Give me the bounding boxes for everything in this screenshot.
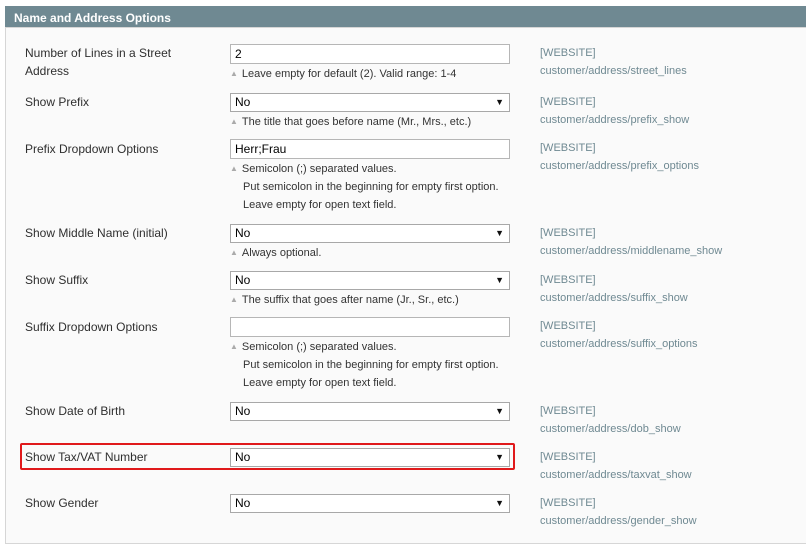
scope-info: [WEBSITE] customer/address/taxvat_show <box>540 451 692 481</box>
config-path: customer/address/street_lines <box>540 65 687 77</box>
field-note: ▲ The suffix that goes after name (Jr., S… <box>230 294 459 306</box>
note-marker-icon: ▲ <box>230 342 238 351</box>
field-note: ▲ Semicolon (;) separated values. Put sem… <box>230 163 499 211</box>
field-label: Suffix Dropdown Options <box>25 320 158 334</box>
scope-info: [WEBSITE] customer/address/prefix_show <box>540 96 690 126</box>
dob-show-select[interactable]: No ▼ <box>230 402 510 421</box>
field-note: ▲ Leave empty for default (2). Valid rang… <box>230 68 457 80</box>
scope-label: [WEBSITE] <box>540 47 596 59</box>
street-lines-input[interactable]: 2 <box>230 44 510 64</box>
note-marker-icon: ▲ <box>230 248 238 257</box>
field-note: ▲ The title that goes before name (Mr., M… <box>230 116 472 128</box>
field-label: Show Suffix <box>25 273 89 287</box>
field-note: ▲ Always optional. <box>230 247 322 259</box>
field-label: Number of Lines in a Street Address <box>25 44 205 80</box>
scope-info: [WEBSITE] customer/address/gender_show <box>540 497 697 527</box>
field-label: Show Date of Birth <box>25 404 126 418</box>
taxvat-show-select[interactable]: No ▼ <box>230 448 510 467</box>
chevron-down-icon: ▼ <box>495 452 504 462</box>
section-title: Name and Address Options <box>14 11 171 25</box>
gender-show-select[interactable]: No ▼ <box>230 494 510 513</box>
prefix-show-select[interactable]: No ▼ <box>230 93 510 112</box>
field-label: Show Prefix <box>25 95 90 109</box>
scope-info: [WEBSITE] customer/address/suffix_options <box>540 320 698 350</box>
field-label: Show Tax/VAT Number <box>25 450 148 464</box>
middlename-show-select[interactable]: No ▼ <box>230 224 510 243</box>
field-label: Prefix Dropdown Options <box>25 142 159 156</box>
field-label: Show Gender <box>25 496 99 510</box>
scope-info: [WEBSITE] customer/address/prefix_options <box>540 142 699 172</box>
chevron-down-icon: ▼ <box>495 228 504 238</box>
scope-info: [WEBSITE] customer/address/suffix_show <box>540 274 688 304</box>
scope-info: [WEBSITE] customer/address/middlename_sho… <box>540 227 723 257</box>
note-marker-icon: ▲ <box>230 164 238 173</box>
scope-info: [WEBSITE] customer/address/street_lines <box>540 44 687 80</box>
chevron-down-icon: ▼ <box>495 97 504 107</box>
chevron-down-icon: ▼ <box>495 406 504 416</box>
field-label: Show Middle Name (initial) <box>25 226 168 240</box>
chevron-down-icon: ▼ <box>495 498 504 508</box>
field-label-line: Number of Lines in a Street <box>25 46 172 60</box>
field-label-line: Address <box>25 64 70 78</box>
note-marker-icon: ▲ <box>230 117 238 126</box>
prefix-options-input[interactable]: Herr;Frau <box>230 139 510 159</box>
note-marker-icon: ▲ <box>230 69 238 78</box>
field-note: ▲ Semicolon (;) separated values. Put sem… <box>230 341 499 389</box>
chevron-down-icon: ▼ <box>495 275 504 285</box>
note-marker-icon: ▲ <box>230 295 238 304</box>
scope-info: [WEBSITE] customer/address/dob_show <box>540 405 681 435</box>
suffix-options-input[interactable] <box>230 317 510 337</box>
section-header[interactable]: Name and Address Options <box>5 6 806 28</box>
suffix-show-select[interactable]: No ▼ <box>230 271 510 290</box>
